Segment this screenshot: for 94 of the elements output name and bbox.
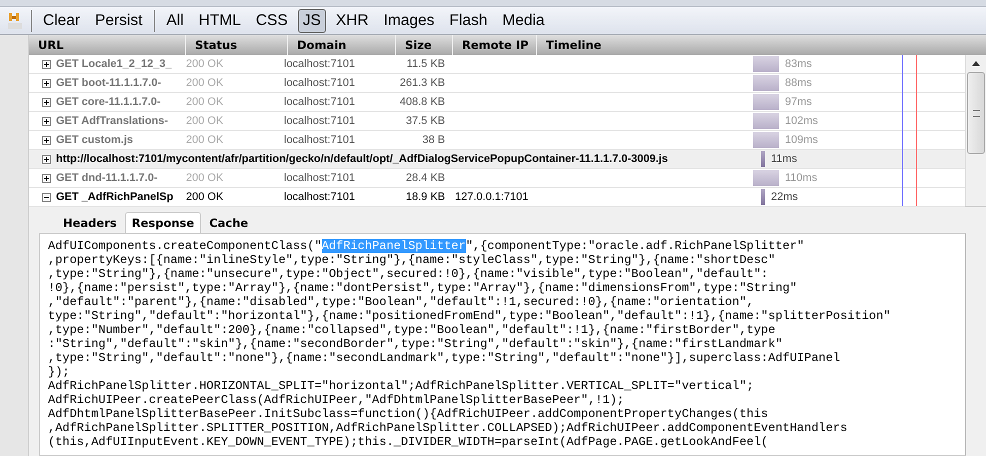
request-url[interactable]: GET boot-11.1.1.7.0- [56, 77, 186, 89]
code-text: ,"default":"parent"},{name:"disabled",type:"Boolean","default":!1,secured:!0},{name:"orientation", [48, 295, 754, 309]
code-text: AdfDhtmlPanelSplitterBasePeer.InitSubclass=function(){AdfRichUIPeer.addComponentPropertyChanges(this [48, 407, 768, 421]
timing-bar [761, 151, 765, 167]
expand-icon[interactable] [42, 174, 51, 182]
request-url[interactable]: GET core-11.1.1.7.0- [56, 96, 186, 108]
size-cell-text: 18.9 KB [404, 191, 445, 203]
filter-button[interactable]: HTML [194, 8, 246, 32]
code-text: ,propertyKeys:[{name:"inlineStyle",type:"String"},{name:"styleClass",type:"String"},{name:"shortDesc" [48, 253, 776, 267]
timing-bar [753, 56, 779, 72]
status-cell-text: 200 OK [186, 58, 224, 70]
code-text: AdfUIComponents.createComponentClass(" [48, 239, 322, 253]
domain-cell-text: localhost:7101 [284, 191, 356, 203]
code-text: ,type:"Number","default":200},{name:"collapsed",type:"Boolean","default":!1},{name:"firstBorder",type [48, 323, 776, 337]
timing-bar [753, 94, 779, 110]
code-text: ,type:"String","default":"none"},{name:"secondLandmark",type:"String","default":"none"}],superclass:AdfUIPanel [48, 351, 840, 365]
column-header[interactable]: URL [29, 35, 186, 55]
request-url[interactable]: GET Locale1_2_12_3_ [56, 58, 186, 70]
expand-icon[interactable] [42, 116, 51, 126]
timing-label: 97ms [785, 96, 812, 108]
domain-cell-text: localhost:7101 [284, 172, 356, 184]
column-header[interactable]: Size [396, 35, 453, 55]
code-text: ",{componentType:"oracle.adf.RichPanelSplitter" [466, 239, 804, 253]
column-header[interactable]: Status [186, 35, 288, 55]
code-text: (this,AdfUIInputEvent.KEY_DOWN_EVENT_TYPE);this._DIVIDER_WIDTH=parseInt(AdfPage.PAGE.getLookAndFeel( [48, 435, 768, 449]
timing-bar [753, 170, 779, 186]
size-cell-text: 261.3 KB [398, 77, 445, 89]
size-cell-text: 11.5 KB [406, 58, 445, 70]
status-cell-text: 200 OK [186, 172, 224, 184]
filter-button[interactable]: Media [497, 8, 550, 32]
size-cell-text: 28.4 KB [404, 172, 445, 184]
status-cell-text: 200 OK [186, 134, 224, 146]
selected-text: AdfRichPanelSplitter [322, 239, 466, 253]
timing-label: 22ms [771, 191, 798, 203]
request-url[interactable]: GET custom.js [56, 134, 186, 146]
timing-bar [753, 132, 779, 148]
domain-cell-text: localhost:7101 [284, 58, 356, 70]
expand-icon[interactable] [42, 154, 51, 164]
timing-label: 11ms [771, 153, 798, 165]
size-cell-text: 408.8 KB [398, 96, 445, 108]
remote-ip-cell: 127.0.0.1:7101 [455, 191, 528, 203]
request-url[interactable]: http://localhost:7101/mycontent/afr/partition/gecko/n/default/opt/_AdfDialogServicePopupContainer-11.1.1.7.0-3009.js [56, 153, 668, 165]
status-cell-text: 200 OK [186, 96, 224, 108]
filter-button[interactable]: CSS [250, 8, 293, 32]
column-header[interactable]: Timeline [537, 35, 986, 55]
status-cell-text: 200 OK [186, 115, 224, 127]
collapse-icon[interactable] [42, 192, 51, 202]
domain-cell-text: localhost:7101 [284, 77, 356, 89]
detail-tab[interactable]: Headers [56, 212, 124, 233]
scrollbar-thumb[interactable] [967, 72, 985, 154]
status-cell-text: 200 OK [186, 191, 224, 203]
timing-label: 109ms [785, 134, 818, 146]
scrollbar[interactable] [965, 55, 986, 206]
size-cell-text: 38 B [421, 134, 445, 146]
expand-icon[interactable] [42, 98, 51, 106]
detail-tab[interactable]: Response [124, 212, 202, 233]
domain-cell-text: localhost:7101 [284, 96, 356, 108]
domain-cell-text: localhost:7101 [284, 134, 356, 146]
expand-icon[interactable] [42, 60, 51, 68]
code-text: ,type:"String"},{name:"unsecure",type:"Object",secured:!0},{name:"visible",type:"Boolean","default": [48, 267, 768, 281]
timing-label: 83ms [785, 58, 812, 70]
filter-button[interactable]: All [161, 8, 189, 32]
timing-bar [753, 113, 779, 129]
request-url[interactable]: GET dnd-11.1.1.7.0- [56, 172, 186, 184]
code-text: type:"String","default":"horizontal"},{name:"positionedFromEnd",type:"Boolean","default":!1},{name:"splitterPosition" [48, 309, 891, 323]
column-header[interactable]: Domain [288, 35, 396, 55]
code-text: }); [48, 365, 70, 379]
code-text: :"String","default":"skin"},{name:"secondBorder",type:"String","default":"skin"},{name:"firstLandmark" [48, 337, 783, 351]
request-url[interactable]: GET AdfTranslations- [56, 115, 186, 127]
filter-button[interactable]: JS [298, 8, 326, 32]
timing-label: 110ms [785, 172, 818, 184]
toolbar-button[interactable]: Persist [90, 8, 148, 32]
request-url[interactable]: GET _AdfRichPanelSp [56, 191, 186, 203]
column-header[interactable]: Remote IP [453, 35, 537, 55]
filter-button[interactable]: Images [378, 8, 440, 32]
code-text: AdfRichPanelSplitter.HORIZONTAL_SPLIT="horizontal";AdfRichPanelSplitter.VERTICAL_SPLIT="vertical"; [48, 379, 754, 393]
filter-button[interactable]: XHR [330, 8, 374, 32]
filter-button[interactable]: Flash [444, 8, 492, 32]
toolbar-button[interactable]: Clear [38, 8, 86, 32]
network-icon[interactable] [7, 12, 23, 30]
scroll-up-icon[interactable] [972, 61, 980, 66]
code-text: AdfRichUIPeer.createPeerClass(AdfRichUIPeer,"AdfDhtmlPanelSplitterBasePeer",!1); [48, 393, 624, 407]
timing-label: 88ms [785, 77, 812, 89]
expand-icon[interactable] [42, 78, 51, 88]
expand-icon[interactable] [42, 136, 51, 144]
timing-bar [753, 75, 779, 91]
timing-label: 102ms [785, 115, 818, 127]
detail-tab[interactable]: Cache [202, 212, 256, 233]
domain-cell-text: localhost:7101 [284, 115, 356, 127]
size-cell-text: 37.5 KB [404, 115, 445, 127]
code-text: ,AdfRichPanelSplitter.SPLITTER_POSITION,AdfRichPanelSplitter.COLLAPSED);AdfRichUIPeer.addComponentEventHandlers [48, 421, 848, 435]
code-text: !0},{name:"persist",type:"Array"},{name:"dontPersist",type:"Array"},{name:"dimensionsFrom",type:"String" [48, 281, 797, 295]
timing-bar [761, 189, 765, 205]
status-cell-text: 200 OK [186, 77, 224, 89]
